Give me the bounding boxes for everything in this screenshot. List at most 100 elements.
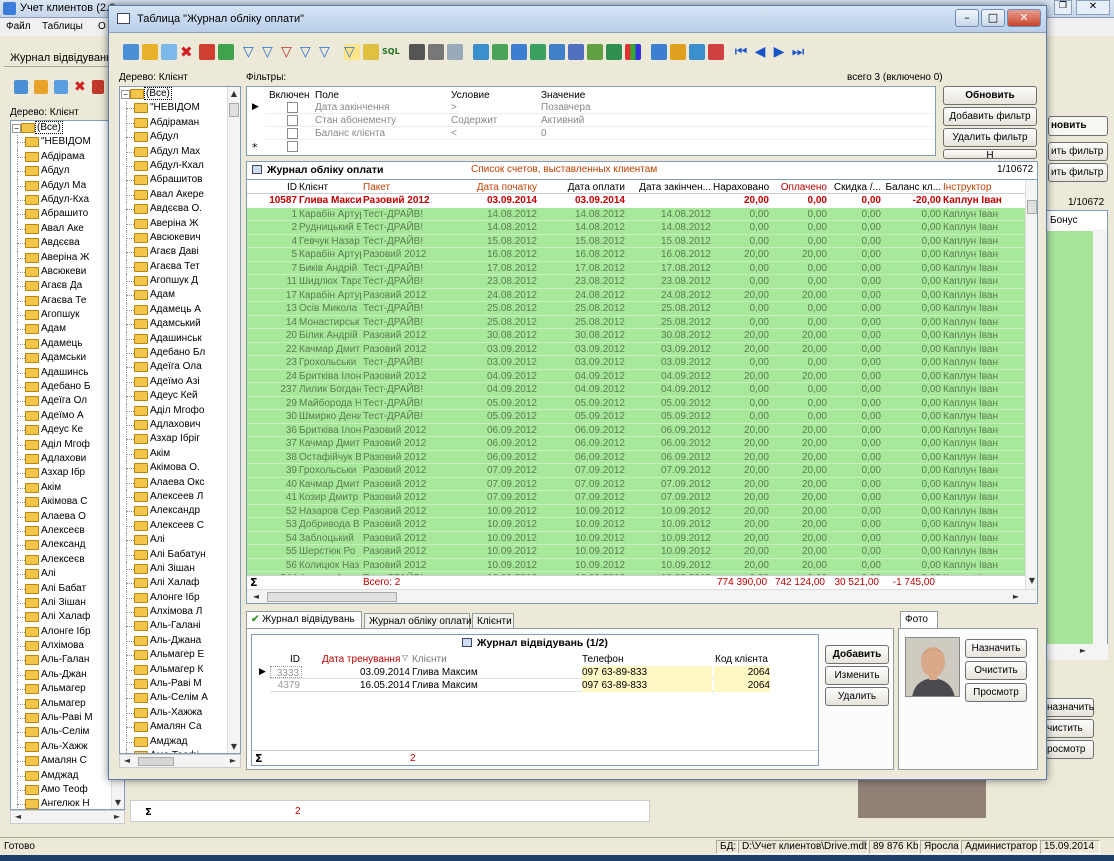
grid-row[interactable]: 24 Бритківа Ілон Разовий 2012 04.09.2012 04.… bbox=[247, 369, 1025, 383]
filter-checkbox[interactable] bbox=[287, 102, 298, 113]
grid-row[interactable]: 37 Качмар Дмит Разовий 2012 06.09.2012 06.09… bbox=[247, 437, 1025, 451]
tree-root-all[interactable]: − (Все) bbox=[120, 87, 240, 101]
tree-item[interactable]: Амджад bbox=[120, 734, 240, 749]
export-csv-icon[interactable] bbox=[492, 44, 508, 60]
chart-icon[interactable] bbox=[625, 44, 641, 60]
edit-visit-button[interactable]: Изменить bbox=[825, 666, 889, 685]
bg-assign-button[interactable]: назначить bbox=[1044, 698, 1094, 717]
grid-row[interactable]: 53 Добривода В Разовий 2012 10.09.2012 10.09… bbox=[247, 518, 1025, 532]
bg-remove-filter-button[interactable]: ить фильтр bbox=[1048, 163, 1108, 182]
client-tree[interactable]: − (Все) "НЕВІДОМ Абдіраман Абдул Абдул Мах Абд… bbox=[119, 86, 241, 754]
grid-col-header[interactable]: Дата закінчен... bbox=[627, 181, 711, 194]
tree-item[interactable]: Адеїмо Азі bbox=[120, 374, 240, 390]
new-record-icon[interactable] bbox=[123, 44, 139, 60]
tree-item[interactable]: Акімова О. bbox=[120, 461, 240, 476]
view-photo-button[interactable]: Просмотр bbox=[965, 683, 1027, 702]
filter-row[interactable]: Стан абонементу Содержит Активний bbox=[265, 114, 935, 127]
delete-visit-button[interactable]: Удалить bbox=[825, 687, 889, 706]
tree-item[interactable]: Абдул bbox=[120, 130, 240, 145]
tree-item[interactable]: Амалян Са bbox=[120, 720, 240, 735]
grid-row[interactable]: 13 Осів Микола Тест-ДРАЙВ! 25.08.2012 25.08.… bbox=[247, 302, 1025, 316]
tree-item[interactable]: Амо Теоф bbox=[11, 782, 124, 798]
grid-vscroll-thumb[interactable] bbox=[1027, 200, 1037, 214]
grid-row[interactable]: 22 Качмар Дмит Разовий 2012 03.09.2012 03.09… bbox=[247, 342, 1025, 356]
delete-record-icon[interactable]: ✖ bbox=[180, 44, 196, 60]
menu-about[interactable]: О bbox=[98, 21, 106, 32]
grid-row[interactable]: 40 Качмар Дмит Разовий 2012 07.09.2012 07.09… bbox=[247, 477, 1025, 491]
export-html-icon[interactable] bbox=[549, 44, 565, 60]
sort-desc-icon[interactable] bbox=[670, 44, 686, 60]
tree-vscroll[interactable]: ▲▼ bbox=[227, 87, 240, 753]
new-icon[interactable] bbox=[14, 80, 28, 94]
tree-item[interactable]: Алексеев С bbox=[120, 518, 240, 534]
tree-item[interactable]: Алі Зішан bbox=[120, 561, 240, 577]
grid-hscroll-thumb[interactable] bbox=[267, 592, 397, 602]
grid-row[interactable]: 39 Грохольськи Разовий 2012 07.09.2012 07.09… bbox=[247, 464, 1025, 478]
visits-row[interactable]: 4379 16.05.2014 Глива Максим 097 63-89-8… bbox=[270, 679, 770, 692]
visits-row[interactable]: 3333 03.09.2014 Глива Максим 097 63-89-8… bbox=[270, 666, 770, 679]
tree-item[interactable]: "НЕВІДОМ bbox=[120, 101, 240, 116]
tree-item[interactable]: Алаева Окс bbox=[120, 475, 240, 490]
grid-col-header[interactable]: Оплачено bbox=[771, 181, 827, 194]
grid-vscroll[interactable]: ▼ bbox=[1025, 180, 1037, 589]
grid-row[interactable]: 7 Биків Андрій Тест-ДРАЙВ! 17.08.2012 17.08.… bbox=[247, 261, 1025, 275]
tree-item[interactable]: Адамець А bbox=[120, 302, 240, 318]
tree-item[interactable]: Алонге Ібр bbox=[120, 590, 240, 606]
quick-filter-icon[interactable]: ▽ bbox=[344, 44, 360, 60]
tree-item[interactable]: Алі Халаф bbox=[120, 576, 240, 591]
menu-file[interactable]: Файл bbox=[6, 21, 31, 32]
grid-col-header[interactable]: ID bbox=[249, 181, 297, 194]
tree-item[interactable]: Авал Акере bbox=[120, 187, 240, 203]
tree-item[interactable]: Алі Бабатун bbox=[120, 547, 240, 562]
tree-item[interactable]: Аль-Джана bbox=[120, 633, 240, 649]
filter-checkbox[interactable] bbox=[287, 115, 298, 126]
grid-row[interactable]: 17 Карабін Артур Разовий 2012 24.08.2012 24.… bbox=[247, 288, 1025, 302]
filter-icon[interactable]: ▽ bbox=[243, 44, 259, 60]
export-xml-icon[interactable] bbox=[530, 44, 546, 60]
tree-item[interactable]: Ангелюк Н bbox=[11, 797, 124, 809]
preview-icon[interactable] bbox=[447, 44, 463, 60]
grid-row[interactable]: 55 Шерстюк Ро Разовий 2012 10.09.2012 10.09.… bbox=[247, 545, 1025, 559]
tree-item[interactable]: Абдул-Кхал bbox=[120, 158, 240, 174]
tree-item[interactable]: Альмагер Е bbox=[120, 648, 240, 663]
pivot-icon[interactable] bbox=[606, 44, 622, 60]
refresh-icon[interactable] bbox=[218, 44, 234, 60]
grid-col-header[interactable]: Нараховано bbox=[713, 181, 769, 194]
close-button[interactable]: ✕ bbox=[1007, 9, 1041, 27]
export-icon[interactable] bbox=[92, 80, 104, 94]
tree-item[interactable]: Алі bbox=[120, 533, 240, 548]
tree-item[interactable]: Абдіраман bbox=[120, 115, 240, 131]
find-icon[interactable] bbox=[409, 44, 425, 60]
restore-icon[interactable]: ❐ bbox=[1054, 0, 1072, 15]
copy-icon[interactable] bbox=[54, 80, 68, 94]
tree-item[interactable]: Акім bbox=[120, 446, 240, 462]
export-pdf-icon[interactable] bbox=[568, 44, 584, 60]
grid-row[interactable]: 41 Козир Дмитр Разовий 2012 07.09.2012 07.09… bbox=[247, 491, 1025, 505]
delete-icon[interactable]: ✖ bbox=[74, 79, 86, 95]
grid-row[interactable]: 10587Глива МаксимРазовий 2012 03.09.2014 0… bbox=[247, 194, 1025, 208]
grid-row[interactable]: 56 Колицюк Наз Разовий 2012 10.09.2012 10.09… bbox=[247, 558, 1025, 572]
tree-item[interactable]: Аверіна Ж bbox=[120, 216, 240, 231]
grid-col-header[interactable]: Баланс кл... bbox=[883, 181, 941, 194]
grid-row[interactable]: 30 Шмирко Денис Тест-ДРАЙВ! 05.09.2012 05.09… bbox=[247, 410, 1025, 424]
grid-row[interactable]: 1 Карабін Артур Тест-ДРАЙВ! 14.08.2012 14.08… bbox=[247, 207, 1025, 221]
tab-photo[interactable]: Фото bbox=[900, 611, 938, 629]
tree-item[interactable]: Аль-Хажжа bbox=[120, 705, 240, 721]
tree-item[interactable]: Альмагер К bbox=[120, 662, 240, 678]
sql-icon[interactable]: SQL bbox=[382, 44, 400, 60]
filter-new-row[interactable] bbox=[265, 140, 935, 153]
grid-col-header[interactable]: Клієнт bbox=[299, 181, 361, 194]
menu-tables[interactable]: Таблицы bbox=[42, 21, 83, 32]
grid-row[interactable]: 54 Заблоцький Разовий 2012 10.09.2012 10.09.… bbox=[247, 531, 1025, 545]
bg-clear-button[interactable]: чистить bbox=[1044, 719, 1094, 738]
grid-row[interactable]: 38 Остафійчук В Разовий 2012 06.09.2012 06.0… bbox=[247, 450, 1025, 464]
tree-item[interactable]: Аль-Раві М bbox=[120, 677, 240, 692]
filter-row[interactable]: Дата закінчення > Позавчера bbox=[265, 101, 935, 114]
collapse-icon[interactable]: − bbox=[121, 90, 130, 99]
next-record-icon[interactable]: ▶ bbox=[771, 44, 787, 60]
columns-icon[interactable] bbox=[689, 44, 705, 60]
close-icon[interactable]: ✕ bbox=[1076, 0, 1110, 15]
last-record-icon[interactable]: ⏭ bbox=[790, 44, 806, 60]
tree-hscroll[interactable]: ◄ ► bbox=[119, 754, 241, 768]
tree-item[interactable]: Аділ Мгофо bbox=[120, 403, 240, 418]
